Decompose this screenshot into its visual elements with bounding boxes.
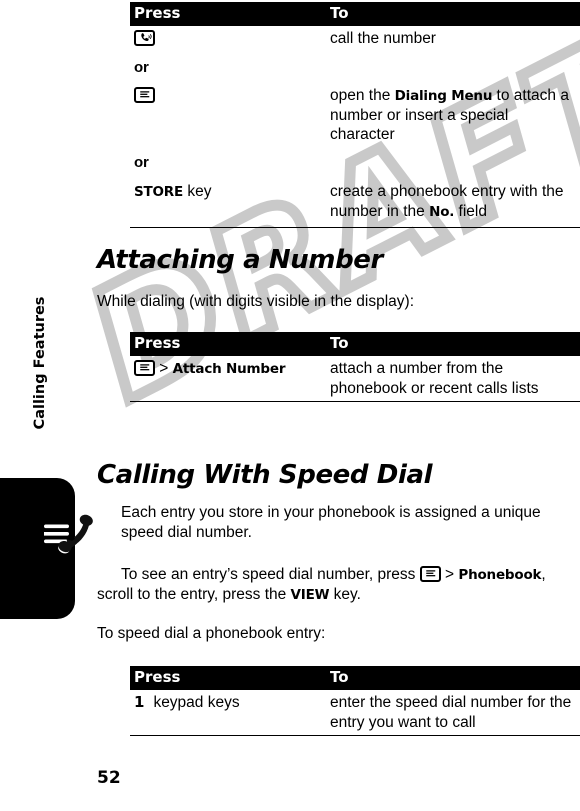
cell-to: create a phonebook entry with the number…: [326, 175, 580, 229]
cell-press-or: or: [134, 154, 149, 172]
para-keyword-view: VIEW: [290, 586, 330, 603]
cell-to: call the number: [330, 29, 436, 47]
column-header-press: Press: [130, 2, 326, 26]
table-header-row: Press To: [130, 666, 580, 690]
para-part1: To see an entry’s speed dial number, pre…: [121, 566, 420, 583]
para-keyword-phonebook: Phonebook: [458, 567, 542, 583]
table-dialing-options: Press To call the number or open the Dia…: [130, 2, 580, 229]
ringing-handset-icon: [42, 508, 100, 564]
table-row: 1 keypad keys enter the speed dial number…: [130, 689, 580, 737]
table-row: or: [130, 52, 580, 83]
column-header-to: To: [326, 332, 580, 356]
heading-attaching-a-number: Attaching a Number: [97, 245, 383, 275]
sidebar-chapter-label: Calling Features: [32, 296, 48, 430]
to-prefix: open the: [330, 86, 395, 104]
cell-press-or: or: [134, 58, 149, 76]
para-part2: >: [440, 566, 459, 583]
table-row: STORE key create a phonebook entry with …: [130, 175, 580, 229]
heading-calling-with-speed-dial: Calling With Speed Dial: [97, 460, 433, 490]
paragraph-each-entry: Each entry you store in your phonebook i…: [121, 504, 541, 541]
para-part4: key.: [329, 585, 361, 603]
menu-key-icon: [134, 359, 155, 376]
table-header-row: Press To: [130, 2, 580, 26]
table-row: open the Dialing Menu to attach a number…: [130, 83, 580, 148]
cell-press: [130, 83, 326, 148]
to-keyword: No.: [429, 204, 455, 221]
to-keyword: Dialing Menu: [394, 87, 493, 104]
press-text: key: [183, 183, 212, 201]
press-separator: >: [155, 359, 173, 377]
table-header-row: Press To: [130, 332, 580, 356]
paragraph-to-speed-dial: To speed dial a phonebook entry:: [97, 625, 326, 642]
paragraph-while-dialing: While dialing (with digits visible in th…: [97, 293, 415, 310]
table-row: > Attach Number attach a number from the…: [130, 355, 580, 403]
cell-press: [130, 26, 326, 52]
table-row: or: [130, 148, 580, 175]
menu-key-icon: [419, 566, 441, 582]
cell-to: attach a number from the phonebook or re…: [326, 355, 580, 403]
column-header-to: To: [326, 666, 580, 690]
send-key-icon: [134, 29, 155, 46]
cell-press: STORE key: [130, 175, 326, 229]
press-text: keypad keys: [153, 693, 240, 711]
table-attach-number: Press To > Attach Number attach a number…: [130, 332, 580, 403]
menu-key-icon: [134, 86, 155, 103]
column-header-press: Press: [130, 332, 326, 356]
cell-to-empty: [326, 148, 580, 175]
table-speed-dial-steps: Press To 1 keypad keys enter the speed di…: [130, 666, 580, 737]
cell-to: open the Dialing Menu to attach a number…: [326, 83, 580, 148]
column-header-press: Press: [130, 666, 326, 690]
cell-press: 1 keypad keys: [130, 689, 326, 737]
step-number: 1: [134, 692, 145, 711]
press-keyword: Attach Number: [172, 360, 286, 377]
cell-to-empty: [326, 52, 580, 83]
table-row: call the number: [130, 26, 580, 52]
cell-to: enter the speed dial number for the entr…: [326, 689, 580, 737]
paragraph-to-see-entry: To see an entry’s speed dial number, pre…: [97, 565, 573, 605]
to-suffix: field: [454, 203, 487, 221]
page-number: 52: [97, 768, 121, 788]
cell-press: > Attach Number: [130, 355, 326, 403]
column-header-to: To: [326, 2, 580, 26]
press-keyword: STORE: [134, 184, 184, 201]
